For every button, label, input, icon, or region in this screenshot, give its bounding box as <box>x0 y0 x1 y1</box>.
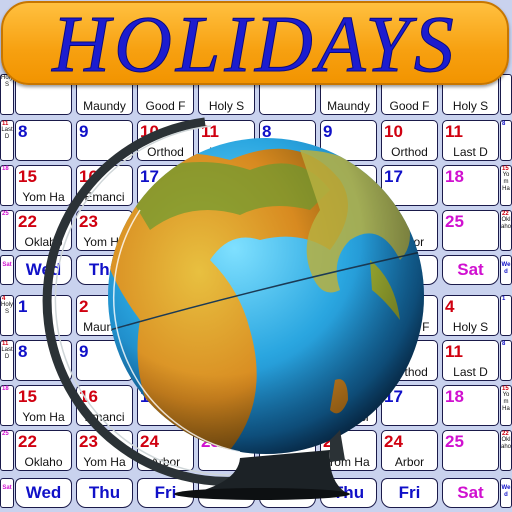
holidays-banner: HOLIDAYS <box>1 1 509 89</box>
app-title: HOLIDAYS <box>52 1 458 89</box>
